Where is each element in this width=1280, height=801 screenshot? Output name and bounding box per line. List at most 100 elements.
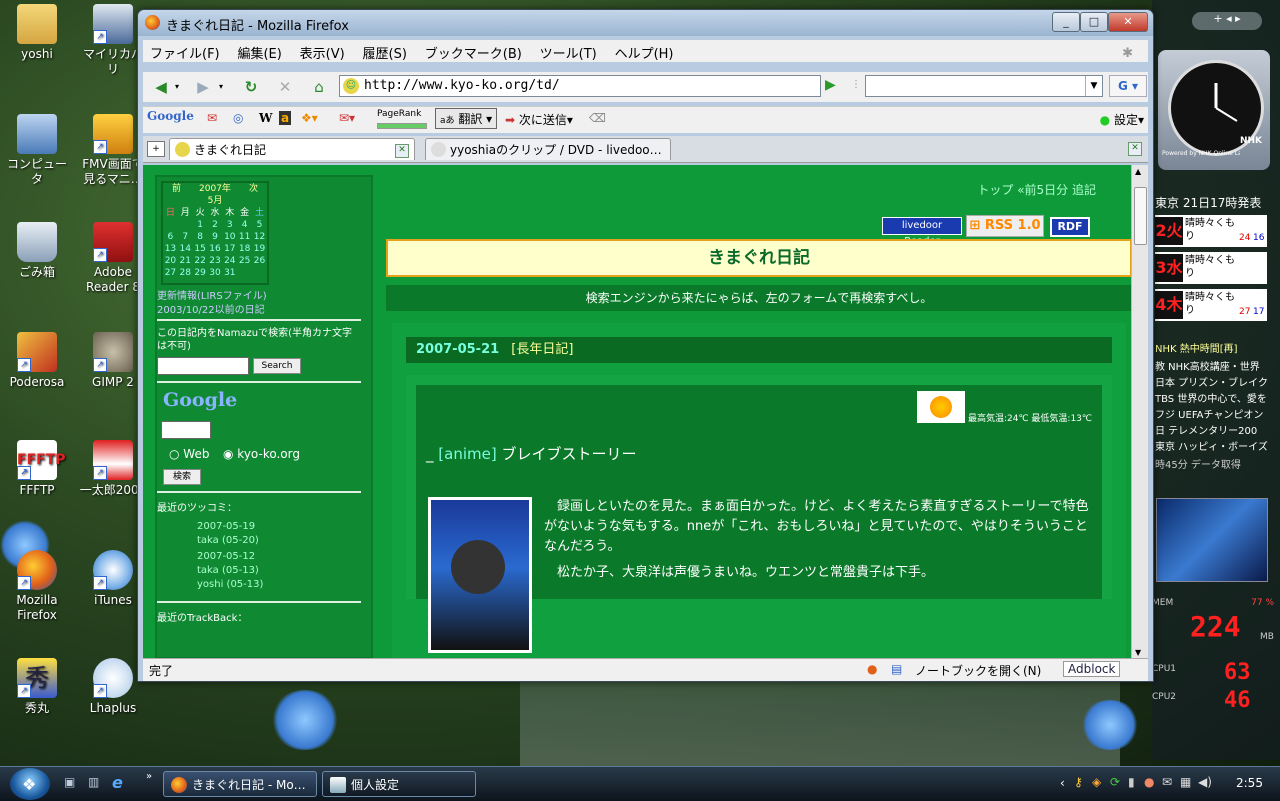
forward-dropdown-icon[interactable]: ▾: [219, 82, 223, 91]
go-button[interactable]: ▶: [825, 77, 836, 93]
tv-item[interactable]: 東京 ハッピィ・ボーイズ: [1155, 438, 1268, 453]
scroll-thumb[interactable]: [1134, 187, 1147, 245]
menu-help[interactable]: ヘルプ(H): [608, 40, 681, 65]
url-bar[interactable]: ☺ http://www.kyo-ko.org/td/ ▼: [339, 75, 1016, 97]
tab-kimagure[interactable]: きまぐれ日記 ✕: [169, 138, 415, 160]
tv-item[interactable]: 教 NHK高校講座・世界: [1155, 358, 1260, 373]
calendar-next-link[interactable]: 次: [249, 183, 258, 195]
antivirus-icon[interactable]: ▮: [1128, 775, 1135, 789]
volume-icon[interactable]: ◀): [1198, 775, 1212, 789]
calendar-day[interactable]: 1: [194, 219, 206, 231]
tsukkomi-who[interactable]: yoshi (05-13): [197, 579, 263, 590]
radio-site[interactable]: ◉ kyo-ko.org: [223, 447, 300, 461]
tv-item[interactable]: TBS 世界の中心で、愛を: [1155, 390, 1267, 405]
calendar-day[interactable]: 22: [194, 255, 206, 267]
top-nav-links[interactable]: トップ «前5日分 追記: [977, 181, 1096, 198]
tsukkomi-date[interactable]: 2007-05-12: [197, 551, 255, 562]
scroll-up-icon[interactable]: ▲: [1135, 167, 1141, 176]
tv-item[interactable]: 日本 プリズン・ブレイク: [1155, 374, 1268, 389]
ie-quicklaunch-icon[interactable]: e: [112, 773, 123, 792]
notebook-icon[interactable]: ▤: [891, 662, 902, 676]
wikipedia-icon[interactable]: W: [259, 111, 272, 125]
vertical-scrollbar[interactable]: ▲ ▼: [1131, 165, 1148, 659]
namazu-search-input[interactable]: [157, 357, 249, 375]
google-search-button[interactable]: 検索: [163, 469, 201, 485]
rdf-badge[interactable]: RDF: [1050, 217, 1090, 237]
calendar-day[interactable]: 14: [179, 243, 191, 255]
title-bar[interactable]: きまぐれ日記 - Mozilla Firefox _ □ ✕: [138, 10, 1153, 36]
livedoor-reader-badge[interactable]: livedoor Reader: [882, 217, 962, 247]
forward-button[interactable]: ▶: [191, 75, 215, 99]
clock-time[interactable]: 2:55: [1236, 776, 1263, 790]
calendar-day[interactable]: 8: [194, 231, 206, 243]
tray-expand-icon[interactable]: ‹: [1060, 776, 1065, 790]
menu-edit[interactable]: 編集(E): [230, 40, 288, 65]
desktop-icon-hidemaru[interactable]: 秀 ↗ 秀丸: [2, 658, 72, 716]
calendar-day[interactable]: 12: [253, 231, 265, 243]
new-tab-icon[interactable]: +: [147, 141, 165, 157]
menu-bookmarks[interactable]: ブックマーク(B): [418, 40, 529, 65]
entry-category-link[interactable]: [長年日記]: [511, 342, 573, 357]
google-toolbar-logo[interactable]: Google: [147, 109, 194, 123]
maximize-button[interactable]: □: [1080, 12, 1108, 32]
start-button[interactable]: ❖: [10, 768, 50, 800]
menu-view[interactable]: 表示(V): [293, 40, 352, 65]
taskbar-button-firefox[interactable]: きまぐれ日記 - Mo…: [163, 771, 317, 797]
calendar-day[interactable]: 28: [179, 267, 191, 279]
sync-icon[interactable]: ⟳: [1110, 775, 1120, 789]
calendar-day[interactable]: 27: [164, 267, 176, 279]
eraser-icon[interactable]: ⌫: [589, 111, 606, 125]
entry-heading-category[interactable]: [anime]: [438, 445, 496, 463]
google-search-input[interactable]: [161, 421, 211, 439]
mail-tray-icon[interactable]: ✉: [1162, 775, 1172, 789]
calendar-day[interactable]: 11: [239, 231, 251, 243]
calendar-day[interactable]: 7: [179, 231, 191, 243]
update-info-link[interactable]: 更新情報(LIRSファイル): [157, 287, 267, 302]
stop-button[interactable]: ✕: [273, 75, 297, 99]
calendar-day[interactable]: 19: [253, 243, 265, 255]
search-engine-button[interactable]: G ▾: [1109, 75, 1147, 97]
desktop-icon-poderosa[interactable]: ↗ Poderosa: [2, 332, 72, 390]
home-button[interactable]: ⌂: [307, 75, 331, 99]
desktop-icon-firefox[interactable]: ↗ Mozilla Firefox: [2, 550, 72, 623]
send-to-button[interactable]: ➡ 次に送信▾: [505, 111, 573, 128]
calendar-day[interactable]: 16: [209, 243, 221, 255]
resize-grip-icon[interactable]: ⋮: [851, 79, 861, 90]
close-all-tabs-icon[interactable]: ✕: [1128, 142, 1142, 156]
calendar-day[interactable]: 6: [164, 231, 176, 243]
tsukkomi-date[interactable]: 2007-05-19: [197, 521, 255, 532]
mail-icon[interactable]: ✉▾: [339, 111, 355, 125]
calendar-day[interactable]: 18: [239, 243, 251, 255]
amazon-icon[interactable]: a: [279, 111, 292, 125]
namazu-search-button[interactable]: Search: [253, 358, 301, 374]
translate-button[interactable]: aあ 翻訳 ▾: [435, 108, 498, 129]
calendar-prev-link[interactable]: 前: [172, 183, 181, 195]
windows-icon[interactable]: ❖▾: [301, 111, 318, 125]
tab-livedoor-clip[interactable]: yyoshiaのクリップ / DVD - livedoo…: [425, 138, 671, 160]
bookmark-icon[interactable]: ✉: [207, 111, 217, 125]
tsukkomi-who[interactable]: taka (05-20): [197, 535, 259, 546]
taskbar-button-personalize[interactable]: 個人設定: [322, 771, 476, 797]
google-settings-button[interactable]: ● 設定▾: [1100, 111, 1144, 128]
radio-web[interactable]: ○ Web: [169, 447, 209, 461]
switch-windows-icon[interactable]: ▥: [88, 775, 99, 789]
tv-item[interactable]: フジ UEFAチャンピオン: [1155, 406, 1263, 421]
calendar-day[interactable]: 24: [224, 255, 236, 267]
entry-anchor-link[interactable]: _: [426, 445, 438, 463]
shield-icon[interactable]: ◈: [1092, 775, 1101, 789]
calendar-day[interactable]: 2: [209, 219, 221, 231]
compass-icon[interactable]: ◎: [233, 111, 243, 125]
calendar-day[interactable]: 31: [224, 267, 236, 279]
desktop-icon-ffftp[interactable]: FFFTP ↗ FFFTP: [2, 440, 72, 498]
network-icon[interactable]: ▦: [1180, 775, 1191, 789]
close-button[interactable]: ✕: [1108, 12, 1148, 32]
rss-badge[interactable]: ⊞ RSS 1.0: [966, 215, 1044, 237]
search-input[interactable]: ▼: [865, 75, 1103, 97]
slideshow-gadget[interactable]: [1156, 498, 1268, 582]
calendar-day[interactable]: 3: [224, 219, 236, 231]
firefox-status-icon[interactable]: ●: [867, 662, 877, 676]
desktop-icon-recycle-bin[interactable]: ごみ箱: [2, 222, 72, 280]
calendar-day[interactable]: 9: [209, 231, 221, 243]
entry-date-link[interactable]: 2007-05-21: [416, 342, 499, 357]
calendar-day[interactable]: 17: [224, 243, 236, 255]
